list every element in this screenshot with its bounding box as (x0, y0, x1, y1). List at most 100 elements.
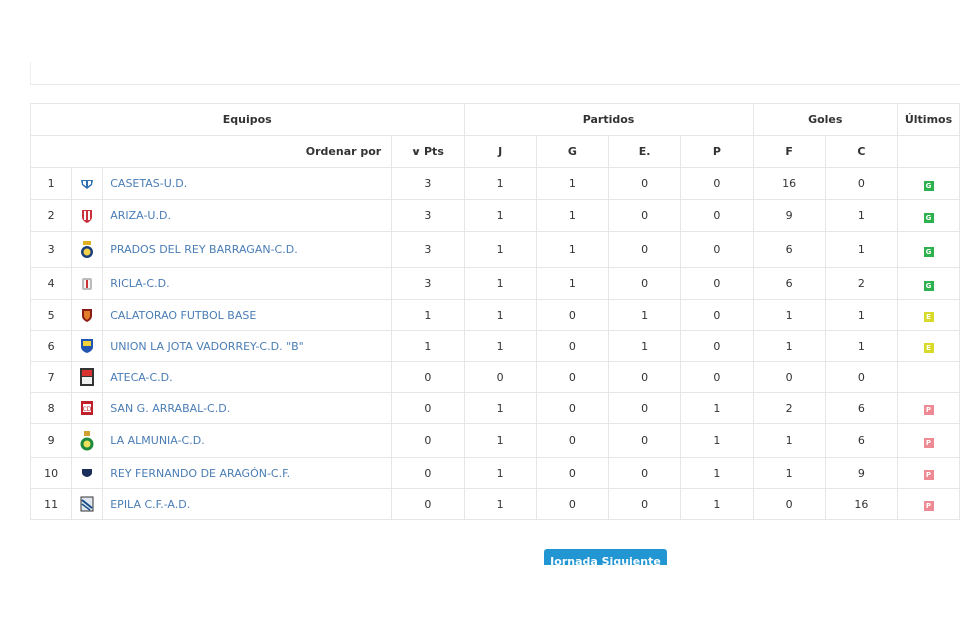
col-c-header[interactable]: C (824, 135, 899, 168)
e-cell: 1 (608, 330, 682, 362)
last-results-cell: P (897, 457, 960, 489)
table-row: 3 PRADOS DEL REY BARRAGAN-C.D. 3 1 1 0 0 6 1 G (29, 231, 960, 268)
g-cell: 1 (535, 199, 610, 232)
team-link[interactable]: CASETAS-U.D. (102, 167, 393, 200)
team-link[interactable]: ARIZA-U.D. (102, 199, 393, 232)
e-cell: 0 (608, 457, 682, 489)
c-cell: 0 (824, 167, 899, 200)
jornada-siguiente-button[interactable]: Jornada Siguiente ❯ (544, 549, 667, 565)
table-row: 11 EPILA C.F.-A.D. 0 1 0 0 1 0 16 P (29, 488, 960, 520)
j-cell: 1 (463, 231, 537, 268)
f-cell: 9 (752, 199, 826, 232)
team-link[interactable]: PRADOS DEL REY BARRAGAN-C.D. (102, 231, 393, 268)
union-jota-crest-icon (72, 338, 102, 354)
j-cell: 1 (463, 457, 537, 489)
f-cell: 1 (752, 330, 826, 362)
g-cell: 1 (535, 231, 610, 268)
crest-cell: CD (71, 392, 104, 424)
partidos-header: Partidos (463, 103, 754, 136)
team-link[interactable]: ATECA-C.D. (102, 361, 393, 393)
c-cell: 6 (824, 423, 899, 458)
position-cell: 5 (29, 299, 73, 331)
crest-cell (71, 488, 104, 520)
c-cell: 1 (824, 299, 899, 331)
j-cell: 0 (463, 361, 537, 393)
g-cell: 0 (535, 488, 610, 520)
chevron-down-icon: ∨ (410, 147, 422, 158)
team-link[interactable]: LA ALMUNIA-C.D. (102, 423, 393, 458)
last-results-cell: P (897, 488, 960, 520)
table-row: 6 UNION LA JOTA VADORREY-C.D. "B" 1 1 0 1 0 1 1 E (29, 330, 960, 362)
p-cell: 1 (680, 392, 754, 424)
casetas-crest-icon (72, 178, 102, 190)
f-cell: 1 (752, 423, 826, 458)
pts-label: Pts (424, 145, 444, 158)
team-link[interactable]: CALATORAO FUTBOL BASE (102, 299, 393, 331)
pts-cell: 1 (391, 299, 465, 331)
col-e-header[interactable]: E. (608, 135, 682, 168)
e-cell: 0 (608, 361, 682, 393)
team-link[interactable]: EPILA C.F.-A.D. (102, 488, 393, 520)
j-cell: 1 (463, 267, 537, 300)
e-cell: 0 (608, 488, 682, 520)
col-ultimos-header (897, 135, 960, 168)
f-cell: 1 (752, 299, 826, 331)
c-cell: 6 (824, 392, 899, 424)
pts-cell: 3 (391, 231, 465, 268)
ultimos-header: Últimos (897, 103, 960, 136)
col-p-header[interactable]: P (680, 135, 754, 168)
pts-cell: 3 (391, 167, 465, 200)
goles-header: Goles (752, 103, 899, 136)
result-badge: P (923, 405, 934, 415)
team-link[interactable]: RICLA-C.D. (102, 267, 393, 300)
result-badge: G (923, 280, 934, 291)
position-cell: 11 (29, 488, 73, 520)
f-cell: 6 (752, 231, 826, 268)
team-link[interactable]: REY FERNANDO DE ARAGÓN-C.F. (102, 457, 393, 489)
ricla-crest-icon (72, 277, 102, 291)
position-cell: 6 (29, 330, 73, 362)
p-cell: 0 (680, 167, 754, 200)
p-cell: 0 (680, 299, 754, 331)
p-cell: 0 (680, 267, 754, 300)
crest-cell (71, 299, 104, 331)
crest-cell (71, 330, 104, 362)
position-cell: 2 (29, 199, 73, 232)
team-link[interactable]: UNION LA JOTA VADORREY-C.D. "B" (102, 330, 393, 362)
last-results-cell: P (897, 392, 960, 424)
f-cell: 16 (752, 167, 826, 200)
team-link[interactable]: SAN G. ARRABAL-C.D. (102, 392, 393, 424)
e-cell: 1 (608, 299, 682, 331)
sort-pts-header[interactable]: ∨ Pts (391, 135, 465, 168)
j-cell: 1 (463, 423, 537, 458)
crest-cell (71, 457, 104, 489)
p-cell: 1 (680, 488, 754, 520)
position-cell: 1 (29, 167, 73, 200)
position-cell: 8 (29, 392, 73, 424)
c-cell: 16 (824, 488, 899, 520)
result-badge: G (923, 246, 934, 257)
table-row: 8 CD SAN G. ARRABAL-C.D. 0 1 0 0 1 2 6 P (29, 392, 960, 424)
j-cell: 1 (463, 488, 537, 520)
e-cell: 0 (608, 231, 682, 268)
col-g-header[interactable]: G (535, 135, 610, 168)
result-badge: P (923, 470, 934, 480)
result-badge: G (923, 212, 934, 223)
col-j-header[interactable]: J (463, 135, 537, 168)
table-row: 10 REY FERNANDO DE ARAGÓN-C.F. 0 1 0 0 1 1 9 P (29, 457, 960, 489)
p-cell: 0 (680, 361, 754, 393)
c-cell: 1 (824, 199, 899, 232)
crest-cell (71, 199, 104, 232)
col-f-header[interactable]: F (752, 135, 826, 168)
g-cell: 0 (535, 392, 610, 424)
result-badge: P (923, 437, 934, 448)
g-cell: 0 (535, 330, 610, 362)
c-cell: 9 (824, 457, 899, 489)
crest-cell (71, 231, 104, 268)
f-cell: 6 (752, 267, 826, 300)
f-cell: 1 (752, 457, 826, 489)
e-cell: 0 (608, 423, 682, 458)
table-row: 4 RICLA-C.D. 3 1 1 0 0 6 2 G (29, 267, 960, 300)
pts-cell: 0 (391, 423, 465, 458)
ordenar-por-label: Ordenar por (29, 135, 393, 168)
